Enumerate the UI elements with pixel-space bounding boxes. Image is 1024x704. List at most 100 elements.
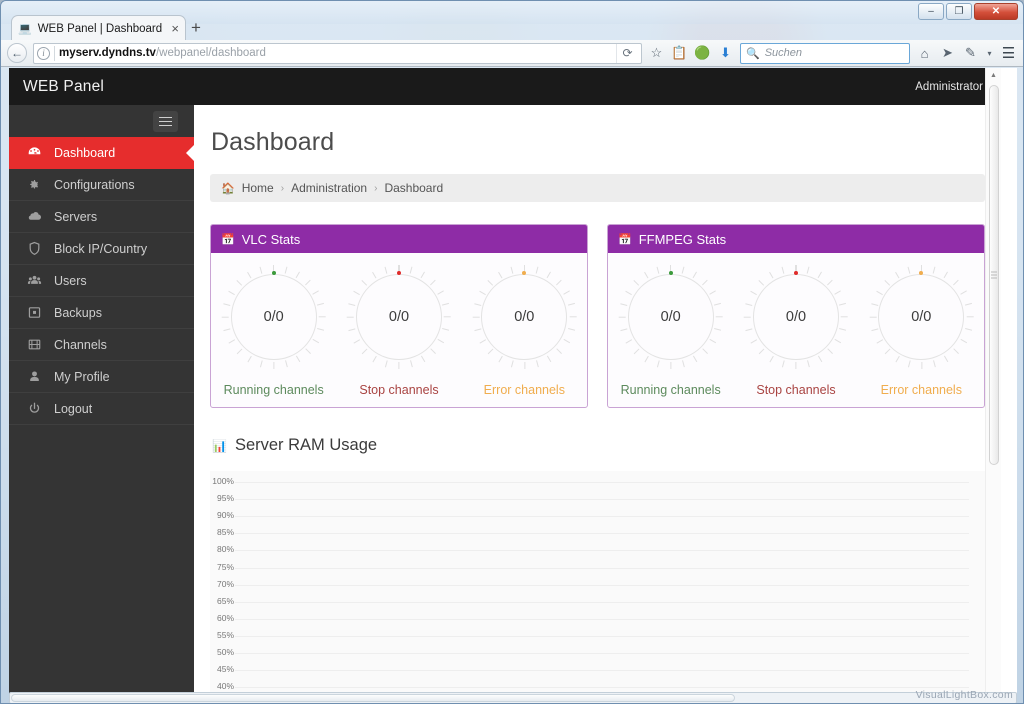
page-viewport: WEB Panel Administrator Dashboard Configu… — [9, 68, 1017, 698]
hamburger-icon-line — [159, 117, 172, 119]
breadcrumb-item-dashboard: Dashboard — [384, 181, 443, 195]
browser-menu-button[interactable]: ☰ — [1000, 44, 1017, 62]
sidebar-item-configurations[interactable]: Configurations — [9, 169, 194, 201]
sidebar-toggle-area — [9, 105, 194, 137]
chevron-right-icon: › — [281, 183, 284, 194]
sync-icon[interactable]: ✎ — [962, 45, 979, 61]
calendar-icon: 📅 — [221, 233, 235, 246]
page-info-icon[interactable]: i — [37, 47, 50, 60]
chart-y-tick-label: 50% — [210, 647, 234, 657]
horizontal-scrollbar[interactable] — [9, 692, 1017, 704]
sidebar-item-label: Channels — [54, 338, 107, 352]
ffmpeg-stats-panel: 📅FFMPEG Stats0/0Running channels0/0Stop … — [607, 224, 985, 408]
gauge-cell: 0/0Error channels — [859, 253, 984, 407]
chart-y-tick-label: 80% — [210, 544, 234, 554]
search-icon: 🔍 — [746, 47, 760, 60]
app-header: WEB Panel Administrator — [9, 68, 1001, 105]
gauge-label: Error channels — [484, 383, 565, 397]
chart-gridline — [235, 602, 969, 603]
ram-panel-title-text: Server RAM Usage — [235, 436, 377, 455]
page-scrollbar[interactable]: ▲ — [985, 68, 1001, 698]
sidebar-item-label: Backups — [54, 306, 102, 320]
sidebar-nav: Dashboard Configurations Servers Block IP/C… — [9, 137, 194, 425]
gauge: 0/0 — [619, 265, 723, 369]
close-icon[interactable]: × — [171, 22, 179, 35]
gauge: 0/0 — [472, 265, 576, 369]
new-tab-button[interactable]: + — [191, 19, 201, 36]
chart-y-tick-label: 70% — [210, 579, 234, 589]
panel-title: FFMPEG Stats — [639, 232, 726, 247]
ram-panel-title: 📊 Server RAM Usage — [210, 428, 985, 455]
reader-view-icon[interactable]: 📋 — [671, 45, 688, 61]
gear-icon — [26, 177, 42, 193]
vlc-stats-panel: 📅 VLC Stats 0/0Running channels0/0Stop cha… — [210, 224, 588, 408]
sidebar-item-my-profile[interactable]: My Profile — [9, 361, 194, 393]
ram-usage-chart: 100%95%90%85%80%75%70%65%60%55%50%45%40%… — [210, 471, 985, 698]
browser-tab[interactable]: 💻 WEB Panel | Dashboard × — [11, 15, 186, 41]
sidebar-item-label: Dashboard — [54, 146, 115, 160]
sidebar-item-users[interactable]: Users — [9, 265, 194, 297]
gauge: 0/0 — [347, 265, 451, 369]
app-brand[interactable]: WEB Panel — [9, 78, 104, 96]
scrollbar-grip — [991, 272, 997, 279]
chart-y-tick-label: 60% — [210, 613, 234, 623]
gauge-value: 0/0 — [869, 265, 973, 369]
server-ram-usage-panel: 📊 Server RAM Usage 100%95%90%85%80%75%70… — [194, 428, 1001, 698]
watermark: VisualLightBox.com — [916, 689, 1013, 701]
hamburger-icon-line — [159, 125, 172, 127]
power-icon — [26, 401, 42, 417]
gauge-cell: 0/0Stop channels — [336, 253, 461, 407]
chart-y-tick-label: 45% — [210, 664, 234, 674]
back-button[interactable]: ← — [7, 43, 27, 63]
sidebar-item-dashboard[interactable]: Dashboard — [9, 137, 194, 169]
sidebar-item-label: Block IP/Country — [54, 242, 147, 256]
sidebar-item-servers[interactable]: Servers — [9, 201, 194, 233]
cloud-icon — [26, 209, 42, 225]
main-content: Dashboard 🏠 Home › Administration › Dash… — [194, 105, 1001, 698]
gauge-cell: 0/0Running channels — [608, 253, 733, 407]
users-icon — [26, 273, 42, 289]
chevron-down-icon[interactable]: ▾ — [985, 49, 994, 58]
bookmark-star-icon[interactable]: ☆ — [648, 45, 665, 61]
sidebar-item-logout[interactable]: Logout — [9, 393, 194, 425]
film-icon — [26, 337, 42, 353]
sidebar: Dashboard Configurations Servers Block IP/C… — [9, 105, 194, 698]
chart-y-tick-label: 75% — [210, 562, 234, 572]
search-input[interactable]: 🔍 Suchen — [740, 43, 910, 64]
chart-gridline — [235, 653, 969, 654]
pocket-icon[interactable]: 🟢 — [694, 45, 711, 61]
horizontal-scrollbar-thumb[interactable] — [11, 694, 735, 702]
sidebar-item-label: Servers — [54, 210, 97, 224]
breadcrumb-item-home[interactable]: Home — [242, 181, 274, 195]
bar-chart-icon: 📊 — [212, 439, 227, 453]
chevron-right-icon: › — [374, 183, 377, 194]
reload-icon[interactable]: ⟳ — [616, 44, 638, 63]
address-bar[interactable]: i myserv.dyndns.tv/webpanel/dashboard ⟳ — [33, 43, 642, 64]
panel-body: 0/0Running channels0/0Stop channels0/0Er… — [211, 253, 587, 407]
breadcrumb-item-administration[interactable]: Administration — [291, 181, 367, 195]
scroll-up-arrow-icon[interactable]: ▲ — [986, 68, 1001, 83]
divider — [54, 46, 55, 61]
send-tab-icon[interactable]: ➤ — [939, 45, 956, 61]
chart-gridline — [235, 516, 969, 517]
gauge-value: 0/0 — [619, 265, 723, 369]
sidebar-item-backups[interactable]: Backups — [9, 297, 194, 329]
scrollbar-thumb[interactable] — [989, 85, 999, 465]
sidebar-item-label: Users — [54, 274, 87, 288]
downloads-icon[interactable]: ⬇ — [717, 45, 734, 61]
hamburger-toggle-button[interactable] — [153, 111, 178, 132]
panel-header: 📅FFMPEG Stats — [608, 225, 984, 253]
home-icon: 🏠 — [221, 182, 235, 195]
chart-gridline — [235, 568, 969, 569]
url-host: myserv.dyndns.tv — [59, 47, 156, 59]
shield-icon — [26, 241, 42, 257]
sidebar-item-block-ip-country[interactable]: Block IP/Country — [9, 233, 194, 265]
chart-gridline — [235, 619, 969, 620]
panel-header: 📅 VLC Stats — [211, 225, 587, 253]
chart-gridline — [235, 585, 969, 586]
search-placeholder: Suchen — [765, 47, 802, 59]
tab-title: WEB Panel | Dashboard — [38, 23, 166, 35]
home-icon[interactable]: ⌂ — [916, 46, 933, 61]
sidebar-item-channels[interactable]: Channels — [9, 329, 194, 361]
panel-title: VLC Stats — [242, 232, 301, 247]
